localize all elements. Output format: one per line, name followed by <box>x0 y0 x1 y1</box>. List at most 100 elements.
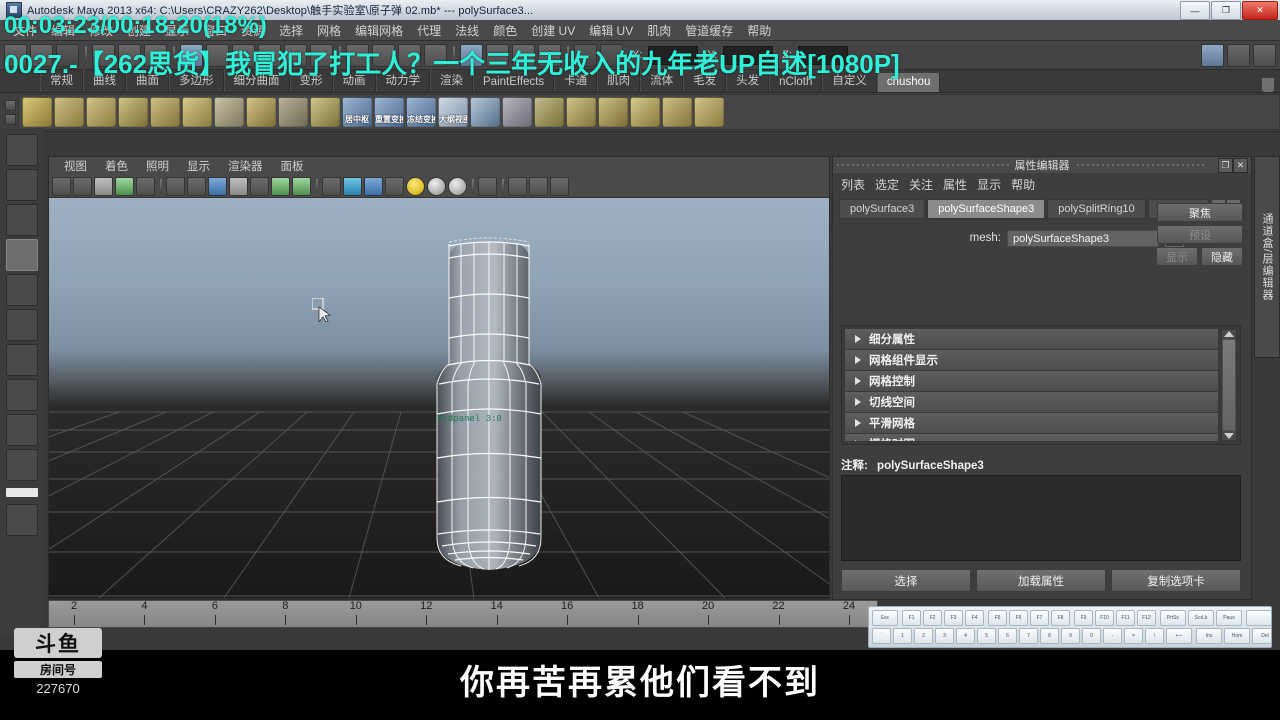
key-insert[interactable]: Ins <box>1196 628 1222 644</box>
menu-item-14[interactable]: 编辑 UV <box>582 20 640 41</box>
key-home[interactable]: Hom <box>1224 628 1250 644</box>
select-tool-button[interactable] <box>6 134 38 166</box>
viewport-3d-canvas[interactable]: Y X Z Vidpanel 3:0 persp 2:2 <box>49 198 829 598</box>
viewport-share-icon[interactable] <box>550 176 569 196</box>
shelf-button-17[interactable] <box>566 97 596 127</box>
key-1[interactable]: 1 <box>893 628 912 644</box>
channel-box-side-tab[interactable]: 通道盒/层编辑器 <box>1254 156 1280 358</box>
absolute-transform-icon[interactable] <box>600 43 623 67</box>
key-f1[interactable]: F1 <box>902 610 921 626</box>
scale-tool-button[interactable] <box>6 309 38 341</box>
expand-triangle-icon[interactable] <box>855 419 861 427</box>
key-minus[interactable]: - <box>1103 628 1122 644</box>
shade-textured-icon[interactable] <box>364 176 383 196</box>
menu-item-13[interactable]: 创建 UV <box>524 20 582 41</box>
key-3[interactable]: 3 <box>935 628 954 644</box>
viewport-menu-0[interactable]: 视图 <box>55 157 96 175</box>
mask-joint-icon[interactable] <box>206 43 229 67</box>
screenshot-button[interactable] <box>1246 610 1271 626</box>
key-f9[interactable]: F9 <box>1074 610 1093 626</box>
isolate-select-icon[interactable] <box>478 176 497 196</box>
shelf-tab-8[interactable]: 渲染 <box>430 69 473 92</box>
ae-menu-0[interactable]: 列表 <box>841 176 875 193</box>
bookmark-icon[interactable] <box>94 176 113 196</box>
render-current-frame-icon[interactable] <box>486 43 509 67</box>
menu-item-12[interactable]: 颜色 <box>486 20 524 41</box>
shelf-button-7[interactable] <box>246 97 276 127</box>
ae-footer-button-2[interactable]: 复制选项卡 <box>1111 569 1241 592</box>
snap-view-plane-icon[interactable] <box>424 43 447 67</box>
shelf-button-11[interactable]: 重置变换 <box>374 97 404 127</box>
menu-item-8[interactable]: 网格 <box>310 20 348 41</box>
key-7[interactable]: 7 <box>1019 628 1038 644</box>
shelf-tab-17[interactable]: chushou <box>876 73 941 92</box>
key-scrlk[interactable]: ScrLk <box>1188 610 1214 626</box>
viewport-menu-4[interactable]: 渲染器 <box>219 157 272 175</box>
preset-button[interactable]: 预设 <box>1157 225 1243 244</box>
shelf-tab-11[interactable]: 肌肉 <box>597 69 641 92</box>
attribute-list-scrollbar[interactable] <box>1221 329 1237 441</box>
menu-item-5[interactable]: 窗口 <box>196 20 234 41</box>
scrollbar-thumb[interactable] <box>1222 339 1236 431</box>
key-6[interactable]: 6 <box>998 628 1017 644</box>
xray-display-icon[interactable] <box>508 176 527 196</box>
camera-attributes-icon[interactable] <box>73 176 92 196</box>
key-delete[interactable]: Del <box>1252 628 1271 644</box>
two-dimensional-pan-zoom-icon[interactable] <box>136 176 155 196</box>
lighting-all-icon[interactable] <box>427 176 446 196</box>
ae-section-1[interactable]: 网格组件显示 <box>845 350 1218 371</box>
shelf-trash-icon[interactable] <box>1262 78 1274 92</box>
shelf-button-13[interactable]: 大纲视图 <box>438 97 468 127</box>
focus-button[interactable]: 聚焦 <box>1157 203 1243 222</box>
show-channel-box-icon[interactable] <box>1253 43 1276 67</box>
mask-surface-icon[interactable] <box>258 43 281 67</box>
shelf-tab-14[interactable]: 头发 <box>726 69 770 92</box>
key-f7[interactable]: F7 <box>1030 610 1049 626</box>
scroll-down-arrow-icon[interactable] <box>1224 433 1234 439</box>
shelf-tab-13[interactable]: 毛发 <box>683 69 727 92</box>
key-2[interactable]: 2 <box>914 628 933 644</box>
shelf-tab-1[interactable]: 曲线 <box>83 69 126 92</box>
menu-item-11[interactable]: 法线 <box>448 20 486 41</box>
menu-item-2[interactable]: 修改 <box>82 20 120 41</box>
x-input[interactable] <box>648 45 699 65</box>
shelf-tab-16[interactable]: 自定义 <box>822 69 877 92</box>
snap-point-icon[interactable] <box>398 43 421 67</box>
gate-mask-icon[interactable] <box>229 176 248 196</box>
ae-tab-2[interactable]: polySplitRing10 <box>1047 199 1146 219</box>
show-button[interactable]: 显示 <box>1156 247 1198 266</box>
menu-item-4[interactable]: 显示 <box>158 20 196 41</box>
key-f6[interactable]: F6 <box>1009 610 1028 626</box>
shelf-tab-10[interactable]: 卡通 <box>554 69 598 92</box>
expand-triangle-icon[interactable] <box>855 356 861 364</box>
ae-menu-4[interactable]: 显示 <box>977 176 1011 193</box>
shelf-button-0[interactable] <box>22 97 52 127</box>
key-f12[interactable]: F12 <box>1137 610 1156 626</box>
image-plane-icon[interactable] <box>115 176 134 196</box>
shelf-button-20[interactable] <box>662 97 692 127</box>
menu-item-6[interactable]: 资源 <box>234 20 272 41</box>
shelf-button-4[interactable] <box>150 97 180 127</box>
shelf-tab-2[interactable]: 曲面 <box>126 69 169 92</box>
menu-item-0[interactable]: 文件 <box>6 20 44 41</box>
show-manipulator-tool-button[interactable] <box>6 414 38 446</box>
snap-curve-icon[interactable] <box>372 43 395 67</box>
shelf-button-19[interactable] <box>630 97 660 127</box>
ae-footer-button-1[interactable]: 加载属性 <box>976 569 1106 592</box>
save-scene-icon[interactable] <box>56 43 79 67</box>
shelf-button-15[interactable] <box>502 97 532 127</box>
move-tool-button[interactable] <box>6 239 38 271</box>
select-by-component-icon[interactable] <box>144 43 167 67</box>
shelf-button-10[interactable]: 居中枢 <box>342 97 372 127</box>
key-f2[interactable]: F2 <box>923 610 942 626</box>
key-backspace[interactable]: ⟵ <box>1166 628 1192 644</box>
mask-curve-icon[interactable] <box>232 43 255 67</box>
shelf-button-21[interactable] <box>694 97 724 127</box>
mesh-name-input[interactable]: polySurfaceShape3 <box>1007 229 1159 247</box>
key-pause[interactable]: Paus <box>1216 610 1242 626</box>
xray-active-components-icon[interactable] <box>529 176 548 196</box>
shelf-handle[interactable] <box>2 95 18 129</box>
texture-display-icon[interactable] <box>292 176 311 196</box>
shelf-tab-3[interactable]: 多边形 <box>169 69 224 92</box>
shelf-tab-6[interactable]: 动画 <box>332 69 376 92</box>
